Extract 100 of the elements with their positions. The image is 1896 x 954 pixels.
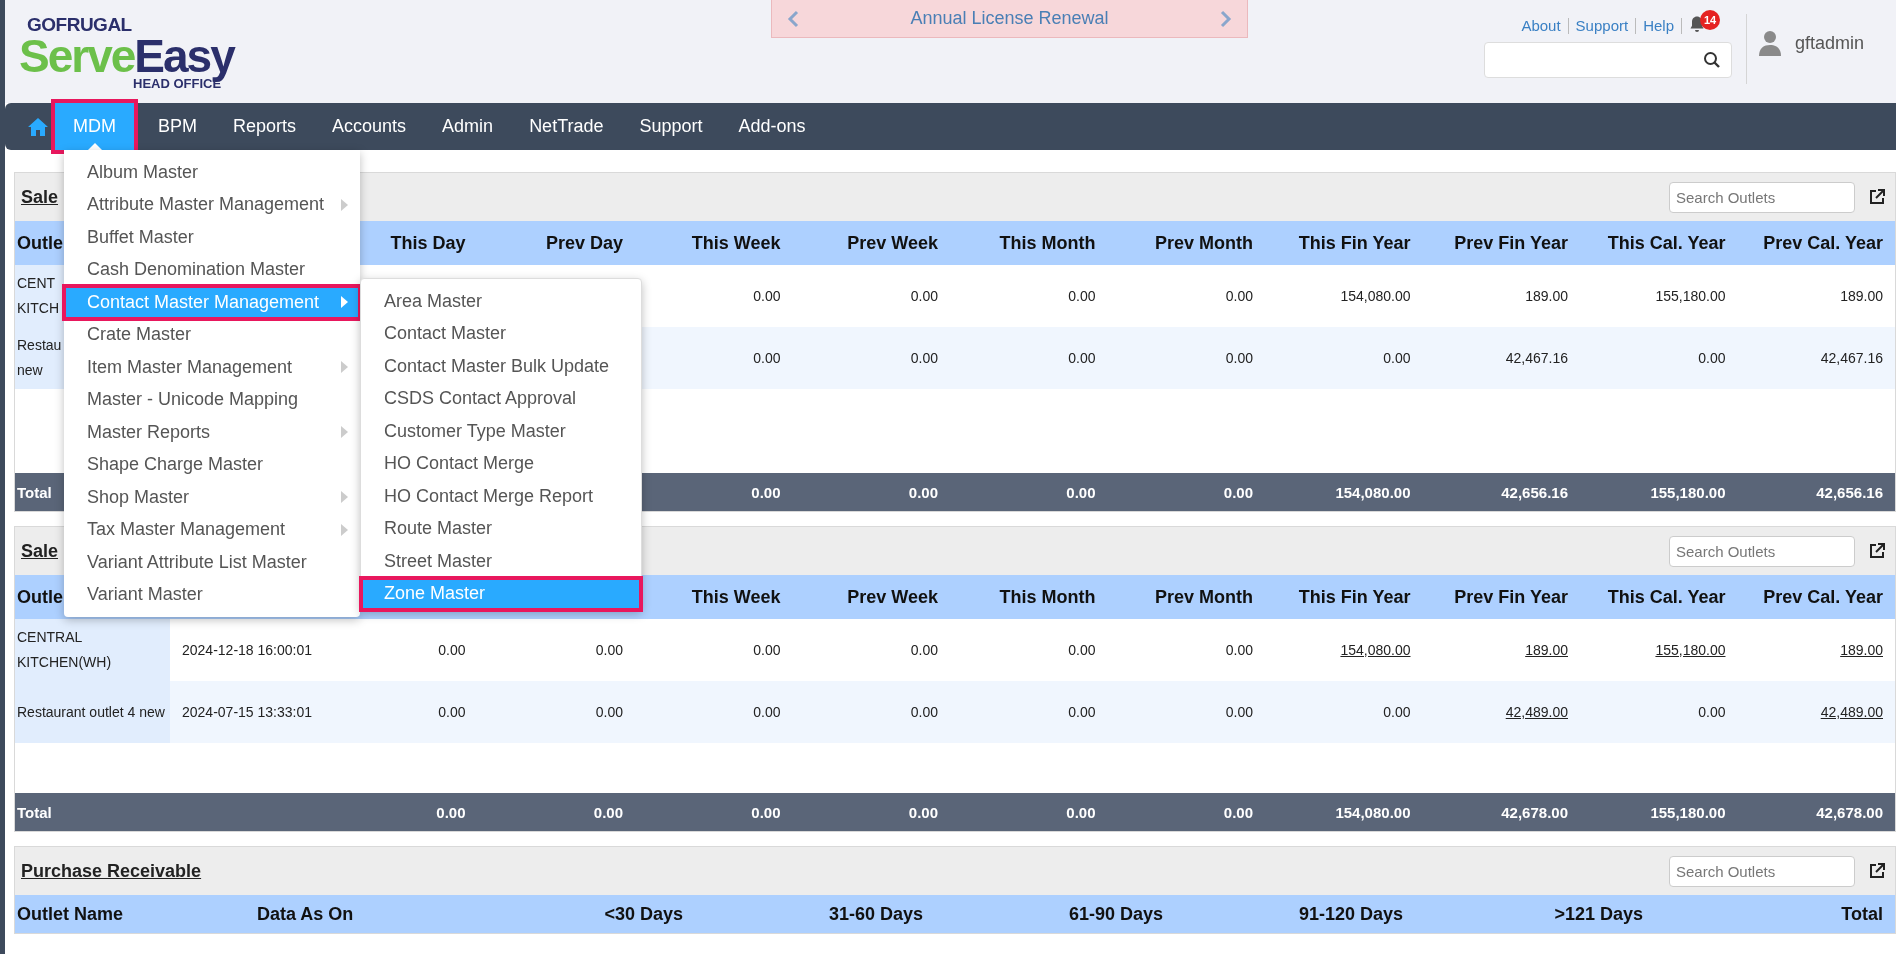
menu-item[interactable]: Customer Type Master: [361, 415, 641, 448]
section-title[interactable]: Purchase Receivable: [21, 860, 202, 882]
column-header: Prev Week: [847, 232, 939, 254]
external-link-icon[interactable]: [1869, 543, 1885, 559]
table-cell-text: 0.00: [595, 640, 624, 660]
table-cell-text: 42,467.16: [1820, 348, 1884, 368]
nav-tab[interactable]: Accounts: [314, 103, 425, 150]
table-cell-text: 0.00: [438, 702, 467, 722]
outlet-cell: Restaurant outlet 4 new: [15, 681, 170, 743]
menu-item[interactable]: HO Contact Merge Report: [361, 480, 641, 513]
total-value: 0.00: [593, 803, 624, 821]
external-link-icon[interactable]: [1869, 189, 1885, 205]
column-header: Prev Fin Year: [1454, 586, 1569, 608]
nav-tab[interactable]: BPM: [140, 103, 215, 150]
amount-link[interactable]: 154,080.00: [1340, 637, 1411, 663]
menu-item[interactable]: Shop Master: [64, 481, 360, 514]
menu-item[interactable]: Contact Master: [361, 317, 641, 350]
search-field[interactable]: [1484, 42, 1732, 78]
table-cell-text: 2024-12-18 16:00:01: [181, 640, 312, 660]
section-title[interactable]: Sale: [21, 186, 59, 208]
table-cell-text: 189.00: [1525, 286, 1569, 306]
column-header: Prev Day: [545, 232, 624, 254]
user-name[interactable]: gftadmin: [1795, 32, 1865, 54]
menu-item[interactable]: Album Master: [64, 156, 360, 189]
total-value: 42,678.00: [1501, 803, 1569, 821]
table-cell-text: 154,080.00: [1340, 286, 1412, 306]
external-link-icon[interactable]: [1869, 863, 1885, 879]
column-header: This Week: [691, 232, 782, 254]
menu-item[interactable]: Attribute Master Management: [64, 188, 360, 221]
column-header: Outle: [16, 586, 63, 608]
column-header: Prev Cal. Year: [1763, 586, 1884, 608]
table-cell-text: 0.00: [1068, 348, 1097, 368]
menu-item[interactable]: Street Master: [361, 545, 641, 578]
bell-icon[interactable]: [1688, 15, 1706, 33]
total-value: 0.00: [1223, 803, 1254, 821]
table-cell-text: 42,467.16: [1505, 348, 1569, 368]
table-cell-text: 0.00: [1068, 286, 1097, 306]
search-field[interactable]: Search Outlets: [1669, 855, 1855, 887]
table-cell-text: 0.00: [910, 640, 939, 660]
total-value: 42,656.16: [1816, 483, 1884, 501]
amount-link[interactable]: 42,489.00: [1820, 699, 1883, 725]
menu-item[interactable]: Contact Master Bulk Update: [361, 350, 641, 383]
column-header: <30 Days: [604, 903, 684, 925]
table-cell-text: 0.00: [753, 348, 782, 368]
column-header: This Week: [691, 586, 782, 608]
header-link[interactable]: Help: [1636, 18, 1682, 34]
table-cell-text: 0.00: [753, 286, 782, 306]
user-icon[interactable]: [1759, 30, 1781, 56]
header-link[interactable]: About: [1514, 18, 1569, 34]
nav-tab[interactable]: Support: [621, 103, 721, 150]
search-field[interactable]: Search Outlets: [1669, 181, 1855, 213]
menu-item[interactable]: Shape Charge Master: [64, 448, 360, 481]
table-cell-text: 0.00: [1068, 702, 1097, 722]
menu-item[interactable]: Tax Master Management: [64, 513, 360, 546]
menu-item[interactable]: Route Master: [361, 512, 641, 545]
menu-item[interactable]: Variant Attribute List Master: [64, 546, 360, 579]
total-value: 0.00: [1066, 803, 1097, 821]
total-value: 0.00: [436, 803, 467, 821]
nav-tab[interactable]: Reports: [215, 103, 315, 150]
home-icon[interactable]: [27, 115, 49, 138]
table-cell-text: 0.00: [1225, 286, 1254, 306]
menu-item[interactable]: Master Reports: [64, 416, 360, 449]
table-cell-text: 0.00: [1068, 640, 1097, 660]
column-header: This Fin Year: [1298, 232, 1412, 254]
table-cell-text: 0.00: [595, 702, 624, 722]
column-header: 31-60 Days: [828, 903, 924, 925]
search-field[interactable]: Search Outlets: [1669, 535, 1855, 567]
menu-item[interactable]: Buffet Master: [64, 221, 360, 254]
table-cell-text: 0.00: [438, 640, 467, 660]
column-header: Outlet Name: [16, 903, 124, 925]
search-icon[interactable]: [1703, 51, 1721, 69]
column-header: Total: [1841, 903, 1884, 925]
total-label: Total: [16, 483, 52, 501]
total-value: 0.00: [1066, 483, 1097, 501]
amount-link[interactable]: 42,489.00: [1505, 699, 1568, 725]
nav-tab[interactable]: Add-ons: [720, 103, 824, 150]
amount-link[interactable]: 189.00: [1840, 637, 1883, 663]
table-cell-text: 155,180.00: [1655, 286, 1727, 306]
header-link[interactable]: Support: [1568, 18, 1637, 34]
column-header: Prev Cal. Year: [1763, 232, 1884, 254]
table-cell-text: 2024-07-15 13:33:01: [181, 702, 312, 722]
table-cell-text: 0.00: [1225, 702, 1254, 722]
table-cell-text: 0.00: [1225, 640, 1254, 660]
amount-link[interactable]: 155,180.00: [1655, 637, 1726, 663]
menu-item[interactable]: CSDS Contact Approval: [361, 382, 641, 415]
table-cell-text: 0.00: [910, 702, 939, 722]
menu-item[interactable]: Variant Master: [64, 578, 360, 611]
column-header: Prev Week: [847, 586, 939, 608]
nav-tab[interactable]: NetTrade: [511, 103, 622, 150]
total-value: 155,180.00: [1650, 803, 1727, 821]
column-header: 91-120 Days: [1298, 903, 1404, 925]
nav-tab[interactable]: Admin: [424, 103, 512, 150]
table-cell-text: 0.00: [910, 286, 939, 306]
table-cell-text: 0.00: [753, 702, 782, 722]
brand-name: GOFRUGAL: [27, 16, 132, 34]
outlet-cell: CENTRAL KITCHEN(WH): [15, 619, 170, 681]
menu-item[interactable]: Area Master: [361, 285, 641, 318]
amount-link[interactable]: 189.00: [1525, 637, 1568, 663]
section-title[interactable]: Sale: [21, 540, 59, 562]
menu-item[interactable]: HO Contact Merge: [361, 447, 641, 480]
